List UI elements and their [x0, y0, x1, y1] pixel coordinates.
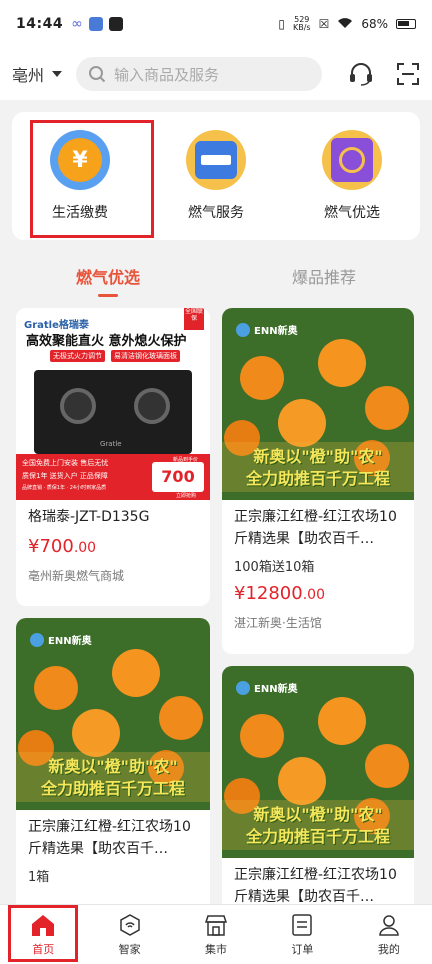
infinity-icon: ∞ [71, 16, 83, 32]
service-gas[interactable]: 燃气服务 [156, 130, 276, 222]
status-time: 14:44 [16, 16, 64, 32]
customer-service-icon[interactable] [348, 61, 374, 87]
tab-gas-select[interactable]: 燃气优选 [0, 256, 216, 297]
yuan-coin-icon: ¥ [50, 130, 110, 190]
product-card[interactable]: ENN新奥 新奥以"橙"助"农" 全力助推百千万工程 正宗廉江红橙-红江农场10… [222, 308, 414, 654]
stove-brand-text: Gratle [100, 440, 122, 448]
nav-label: 集市 [205, 942, 228, 956]
service-label: 燃气服务 [188, 205, 244, 221]
service-gas-select[interactable]: 燃气优选 [292, 130, 412, 222]
vibrate-icon: ▯ [278, 17, 285, 31]
service-label: 燃气优选 [324, 205, 380, 221]
stove-picture: Gratle [34, 370, 192, 454]
product-title: 正宗廉江红橙-红江农场10斤精选果【助农百千… [28, 819, 191, 857]
nav-home[interactable]: 首页 [0, 905, 86, 964]
ai-app-icon [108, 17, 123, 31]
nav-smart-home[interactable]: 智家 [86, 905, 172, 964]
shop-name: 亳州新奥燃气商城 [28, 569, 125, 583]
nav-label: 首页 [32, 942, 55, 956]
warranty-badge: 全国联保 [184, 308, 204, 330]
image-banner: 新奥以"橙"助"农" 全力助推百千万工程 [222, 800, 414, 850]
product-title: 正宗廉江红橙-红江农场10斤精选果【助农百千… [234, 509, 397, 547]
service-label: 生活缴费 [52, 205, 108, 221]
city-selector[interactable]: 亳州 [12, 62, 63, 86]
product-image: ENN新奥 新奥以"橙"助"农" 全力助推百千万工程 [222, 308, 414, 500]
battery-icon [396, 19, 416, 29]
brand-logo: Gratle格瑞泰 [24, 320, 89, 331]
wifi-icon [337, 17, 353, 32]
order-icon [292, 913, 313, 936]
nav-market[interactable]: 集市 [173, 905, 259, 964]
product-title: 正宗廉江红橙-红江农场10斤精选果【助农百千… [234, 867, 397, 905]
service-life-payment[interactable]: ¥ 生活缴费 [20, 130, 140, 222]
gas-meter-icon [186, 130, 246, 190]
nav-label: 智家 [118, 942, 141, 956]
image-slogan: 高效聚能直火 意外熄火保护 [26, 334, 187, 349]
shop-name: 湛江新奥·生活馆 [234, 616, 322, 630]
enn-logo: ENN新奥 [30, 632, 92, 647]
search-icon [89, 66, 106, 83]
product-card[interactable]: ENN新奥 新奥以"橙"助"农" 全力助推百千万工程 正宗廉江红橙-红江农场10… [222, 666, 414, 926]
product-subtitle: 100箱送10箱 [234, 560, 315, 575]
product-price: ¥12800.00 [234, 583, 325, 604]
tab-hot-recommend[interactable]: 爆品推荐 [216, 256, 432, 296]
service-card: ¥ 生活缴费 燃气服务 燃气优选 [12, 112, 420, 240]
status-bar: 14:44 ∞ ▯ 529 KB/s ☒ 68% [0, 0, 432, 48]
app-header: 亳州 输入商品及服务 [0, 48, 432, 100]
product-image: Gratle格瑞泰 全国联保 高效聚能直火 意外熄火保护 无极式火力调节 易清洁… [16, 308, 210, 500]
nav-orders[interactable]: 订单 [259, 905, 345, 964]
image-bottom-band: 全国免费上门安装 售后无忧 质保1年 送货入户 正品保障 品牌直销 · 质保1年… [16, 454, 210, 500]
image-banner: 新奥以"橙"助"农" 全力助推百千万工程 [222, 442, 414, 492]
shield-app-icon [88, 17, 103, 31]
image-price-label: 新品到手价 [172, 457, 198, 463]
product-subtitle: 1箱 [28, 870, 50, 885]
gas-select-icon [322, 130, 382, 190]
bottom-nav: 首页 智家 集市 订单 我的 [0, 904, 432, 964]
image-tag: 易清洁钢化玻璃面板 [111, 350, 180, 362]
battery-percent: 68% [361, 17, 388, 31]
product-image: ENN新奥 新奥以"橙"助"农" 全力助推百千万工程 [16, 618, 210, 810]
scan-icon[interactable] [396, 62, 420, 86]
product-card[interactable]: ENN新奥 新奥以"橙"助"农" 全力助推百千万工程 正宗廉江红橙-红江农场10… [16, 618, 210, 918]
product-price: ¥700.00 [28, 536, 97, 557]
nav-label: 订单 [291, 942, 314, 956]
sim-off-icon: ☒ [318, 17, 330, 31]
chevron-down-icon [52, 71, 63, 77]
product-card[interactable]: Gratle格瑞泰 全国联保 高效聚能直火 意外熄火保护 无极式火力调节 易清洁… [16, 308, 210, 606]
smart-home-icon [119, 913, 140, 936]
profile-icon [379, 914, 399, 936]
product-image: ENN新奥 新奥以"橙"助"农" 全力助推百千万工程 [222, 666, 414, 858]
market-icon [204, 914, 228, 936]
home-icon [32, 914, 55, 936]
net-speed: 529 KB/s [292, 15, 311, 32]
enn-logo: ENN新奥 [236, 680, 298, 695]
city-name: 亳州 [12, 66, 45, 85]
image-buy-label: 立即抢购 [175, 493, 196, 499]
nav-profile[interactable]: 我的 [346, 905, 432, 964]
product-title: 格瑞泰-JZT-D135G [28, 509, 150, 525]
search-placeholder: 输入商品及服务 [114, 65, 220, 84]
image-price-tag: 700 [152, 462, 204, 492]
category-tabs: 燃气优选 爆品推荐 [0, 256, 432, 297]
image-banner: 新奥以"橙"助"农" 全力助推百千万工程 [16, 752, 210, 802]
image-tag: 无极式火力调节 [50, 350, 105, 362]
enn-logo: ENN新奥 [236, 322, 298, 337]
search-input[interactable]: 输入商品及服务 [76, 57, 323, 91]
nav-label: 我的 [377, 942, 400, 956]
